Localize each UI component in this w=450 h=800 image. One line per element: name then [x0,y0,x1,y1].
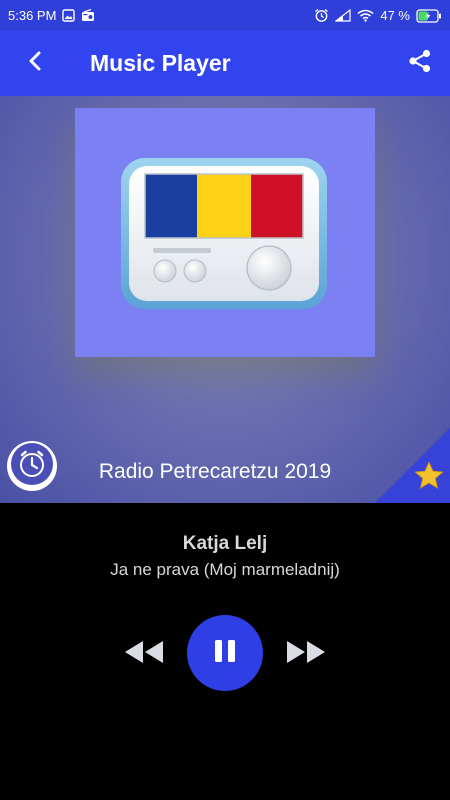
rewind-button[interactable] [122,637,166,667]
image-icon [62,9,76,22]
pause-icon [210,636,240,671]
station-name: Radio Petrecaretzu 2019 [98,460,332,483]
radio-icon [81,9,95,22]
radio-logo-image [119,156,329,316]
battery-icon [416,8,442,23]
rewind-icon [122,641,166,671]
status-time: 5:36 PM [8,8,57,23]
favorite-button[interactable] [414,461,444,495]
player-panel: Katja Lelj Ja ne prava (Moj marmeladnij) [0,503,450,800]
back-arrow-icon [27,50,43,77]
artist-name: Katja Lelj [182,533,268,554]
wifi-icon [357,9,374,22]
back-button[interactable] [0,31,70,96]
page-title: Music Player [90,50,231,76]
station-hero: Radio Petrecaretzu 2019 [0,96,450,503]
app-bar: Music Player [0,31,450,96]
star-icon [414,461,444,494]
status-bar: 5:36 PM 47 % [0,0,450,31]
share-button[interactable] [402,45,438,81]
share-icon [407,48,433,79]
station-artwork [75,108,375,357]
fast-forward-button[interactable] [284,637,328,667]
battery-percent: 47 % [380,8,410,23]
signal-icon [335,9,351,22]
alarm-icon [314,8,329,23]
pause-button[interactable] [187,615,263,691]
fast-forward-icon [284,641,328,671]
playback-controls [0,613,450,693]
track-title: Ja ne prava (Moj marmeladnij) [110,560,340,579]
